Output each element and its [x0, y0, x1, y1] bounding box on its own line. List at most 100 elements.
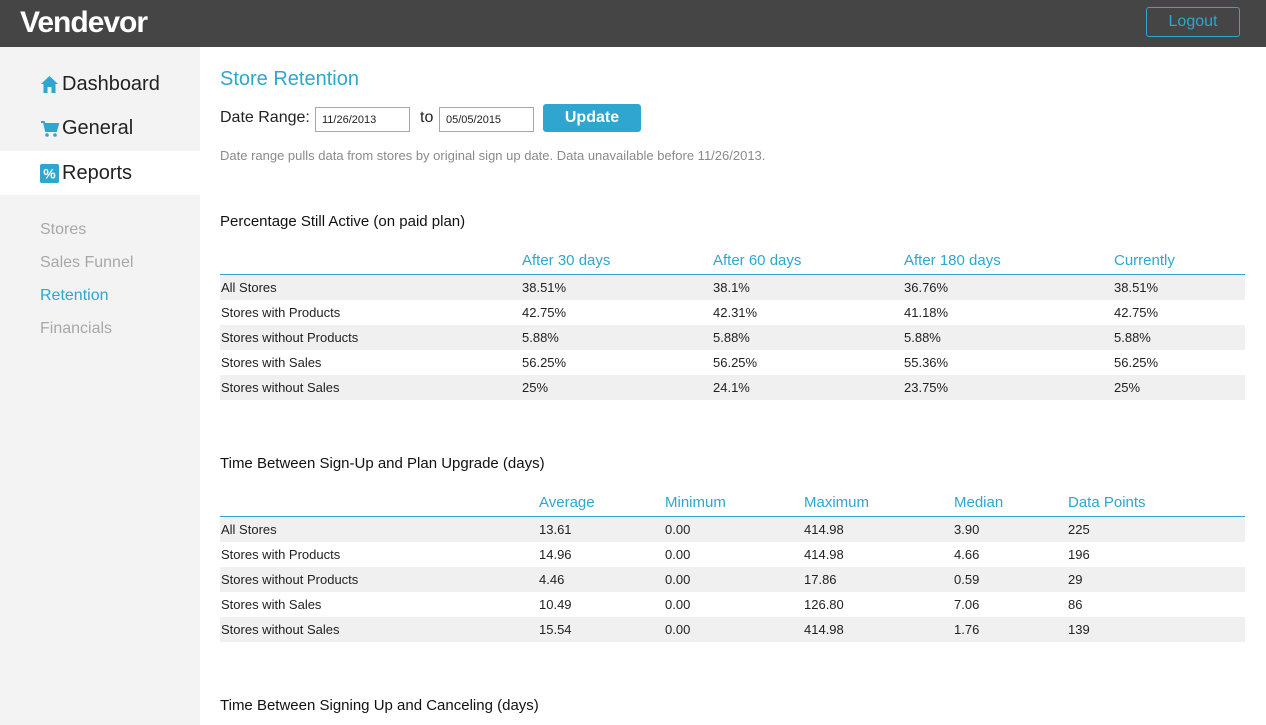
sidebar-item-label: General [62, 116, 134, 139]
page-title: Store Retention [220, 68, 359, 90]
table-cell: 0.00 [665, 597, 691, 612]
start-date-input[interactable] [315, 107, 410, 132]
subnav-sales-funnel[interactable]: Sales Funnel [40, 254, 133, 272]
table-cell: 7.06 [954, 597, 980, 612]
row-label: Stores with Sales [221, 597, 322, 612]
table3-title: Time Between Signing Up and Canceling (d… [220, 697, 539, 714]
table-cell: 13.61 [539, 522, 572, 537]
cart-icon [40, 119, 59, 138]
table-cell: 38.51% [1114, 280, 1159, 295]
table-cell: 4.66 [954, 547, 980, 562]
table-header: After 30 days After 60 days After 180 da… [220, 247, 1245, 275]
table2-title: Time Between Sign-Up and Plan Upgrade (d… [220, 455, 545, 472]
sidebar: Dashboard General % Reports Stores Sales… [0, 47, 200, 725]
table-row: All Stores 13.61 0.00 414.98 3.90 225 [220, 517, 1245, 542]
end-date-input[interactable] [439, 107, 534, 132]
top-bar: Vendevor Logout [0, 0, 1266, 47]
table-row: Stores without Sales 25% 24.1% 23.75% 25… [220, 375, 1245, 400]
row-label: Stores with Products [221, 305, 341, 320]
table-cell: 0.59 [954, 572, 980, 587]
table-cell: 29 [1068, 572, 1083, 587]
update-button[interactable]: Update [543, 104, 641, 132]
table-row: Stores without Products 5.88% 5.88% 5.88… [220, 325, 1245, 350]
row-label: Stores without Sales [221, 622, 340, 637]
table-cell: 3.90 [954, 522, 980, 537]
column-header: Average [539, 494, 595, 511]
table-cell: 0.00 [665, 522, 691, 537]
home-icon [40, 75, 59, 94]
table-row: Stores with Products 42.75% 42.31% 41.18… [220, 300, 1245, 325]
table-cell: 15.54 [539, 622, 572, 637]
column-header: After 180 days [904, 252, 1001, 269]
table-cell: 38.1% [713, 280, 750, 295]
row-label: Stores without Products [221, 572, 359, 587]
table-cell: 56.25% [522, 355, 567, 370]
table-cell: 5.88% [1114, 330, 1151, 345]
table-cell: 414.98 [804, 622, 844, 637]
table-cell: 17.86 [804, 572, 837, 587]
column-header: Median [954, 494, 1004, 511]
table-cell: 414.98 [804, 547, 844, 562]
table-header: Average Minimum Maximum Median Data Poin… [220, 489, 1245, 517]
table-cell: 4.46 [539, 572, 565, 587]
table-cell: 24.1% [713, 380, 750, 395]
row-label: All Stores [221, 280, 277, 295]
table-cell: 56.25% [713, 355, 758, 370]
table1-title: Percentage Still Active (on paid plan) [220, 213, 466, 230]
logout-button[interactable]: Logout [1146, 7, 1240, 37]
sidebar-item-general[interactable]: General [0, 106, 200, 150]
table-cell: 1.76 [954, 622, 980, 637]
date-range-label: Date Range: [220, 109, 310, 126]
table-row: Stores with Products 14.96 0.00 414.98 4… [220, 542, 1245, 567]
table-cell: 25% [1114, 380, 1141, 395]
subnav-financials[interactable]: Financials [40, 320, 112, 338]
table-cell: 10.49 [539, 597, 572, 612]
subnav-retention[interactable]: Retention [40, 287, 109, 305]
sidebar-item-reports[interactable]: % Reports [0, 151, 200, 195]
percent-icon: % [40, 163, 59, 183]
table-row: Stores without Products 4.46 0.00 17.86 … [220, 567, 1245, 592]
table-cell: 23.75% [904, 380, 949, 395]
table-row: Stores with Sales 56.25% 56.25% 55.36% 5… [220, 350, 1245, 375]
row-label: All Stores [221, 522, 277, 537]
table-cell: 14.96 [539, 547, 572, 562]
table-cell: 42.75% [1114, 305, 1159, 320]
table-cell: 414.98 [804, 522, 844, 537]
table-cell: 42.75% [522, 305, 567, 320]
row-label: Stores without Products [221, 330, 359, 345]
svg-text:%: % [43, 165, 56, 181]
column-header: After 30 days [522, 252, 611, 269]
table-cell: 41.18% [904, 305, 949, 320]
table-cell: 0.00 [665, 547, 691, 562]
table-cell: 126.80 [804, 597, 844, 612]
table-cell: 55.36% [904, 355, 949, 370]
table-cell: 5.88% [904, 330, 941, 345]
sidebar-item-dashboard[interactable]: Dashboard [0, 62, 200, 106]
table-cell: 36.76% [904, 280, 949, 295]
retention-table: After 30 days After 60 days After 180 da… [220, 247, 1245, 400]
column-header: Maximum [804, 494, 870, 511]
table-row: All Stores 38.51% 38.1% 36.76% 38.51% [220, 275, 1245, 300]
vendevor-logo[interactable]: Vendevor [20, 6, 148, 40]
subnav-stores[interactable]: Stores [40, 221, 86, 239]
row-label: Stores with Sales [221, 355, 322, 370]
table-cell: 225 [1068, 522, 1090, 537]
table-cell: 56.25% [1114, 355, 1159, 370]
table-cell: 5.88% [522, 330, 559, 345]
table-cell: 0.00 [665, 572, 691, 587]
column-header: Data Points [1068, 494, 1146, 511]
to-label: to [420, 109, 434, 126]
column-header: After 60 days [713, 252, 802, 269]
table-cell: 5.88% [713, 330, 750, 345]
table-cell: 25% [522, 380, 549, 395]
table-cell: 196 [1068, 547, 1090, 562]
row-label: Stores with Products [221, 547, 341, 562]
column-header: Currently [1114, 252, 1175, 269]
table-row: Stores without Sales 15.54 0.00 414.98 1… [220, 617, 1245, 642]
table-row: Stores with Sales 10.49 0.00 126.80 7.06… [220, 592, 1245, 617]
column-header: Minimum [665, 494, 726, 511]
row-label: Stores without Sales [221, 380, 340, 395]
date-range-note: Date range pulls data from stores by ori… [220, 148, 766, 163]
table-cell: 86 [1068, 597, 1083, 612]
upgrade-time-table: Average Minimum Maximum Median Data Poin… [220, 489, 1245, 642]
